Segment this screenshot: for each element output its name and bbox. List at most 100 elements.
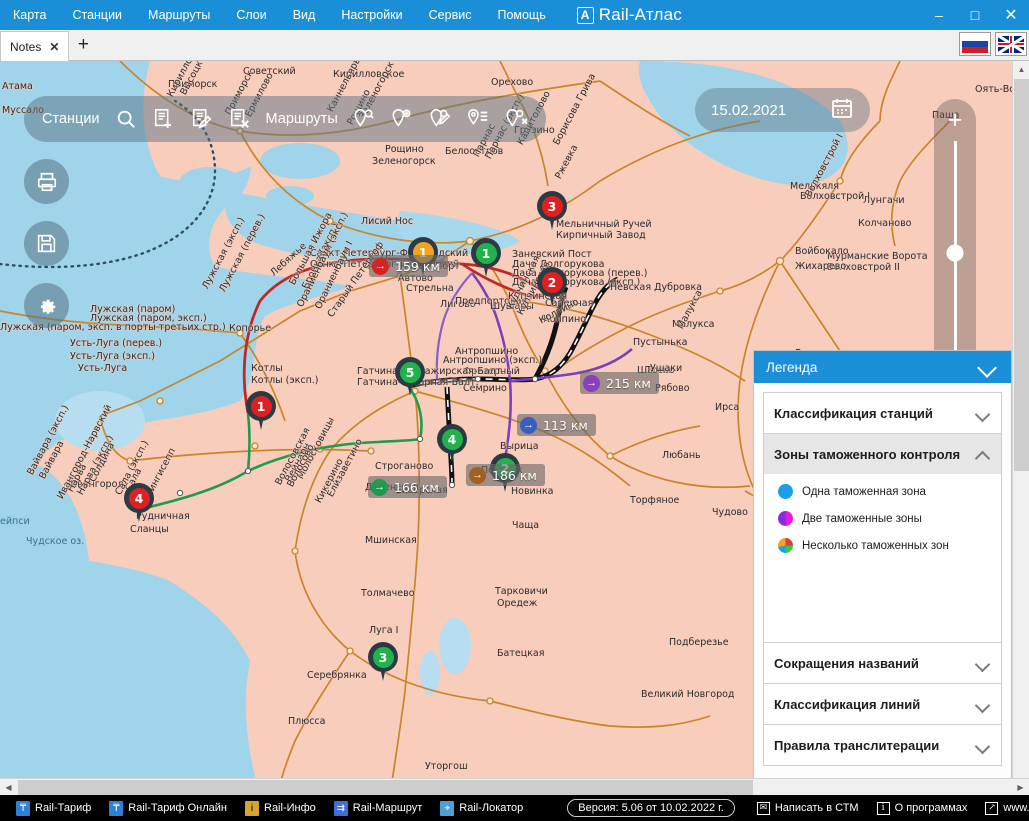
distance-badge[interactable]: → 215 км — [580, 372, 659, 394]
legend-section-header[interactable]: Правила транслитерации — [764, 725, 1001, 765]
print-button[interactable] — [24, 159, 69, 204]
legend-item: Две таможенные зоны — [778, 511, 1001, 526]
menu-item-service[interactable]: Сервис — [416, 0, 485, 30]
maximize-button[interactable]: □ — [957, 0, 993, 30]
chevron-down-icon[interactable] — [976, 700, 991, 709]
chevron-down-icon[interactable] — [976, 409, 991, 418]
route-list-icon[interactable] — [466, 107, 490, 131]
menu-item-layers[interactable]: Слои — [223, 0, 279, 30]
link-label: Написать в СТМ — [774, 802, 859, 814]
vertical-scroll-thumb[interactable] — [1014, 79, 1029, 471]
distance-badge[interactable]: → 166 км — [368, 476, 447, 498]
scroll-up-button[interactable]: ▲ — [1013, 61, 1029, 78]
route-edit-icon[interactable] — [428, 107, 452, 131]
map-marker-2[interactable]: 2 — [537, 267, 567, 307]
date-value: 15.02.2021 — [711, 101, 787, 119]
link-rail-info[interactable]: i Rail-Инфо — [237, 800, 324, 816]
search-icon[interactable] — [114, 107, 138, 131]
horizontal-scroll-thumb[interactable] — [18, 780, 753, 795]
edit-station-list-icon[interactable] — [190, 107, 214, 131]
map-canvas[interactable]: КирилловскоеОреховоСоветскийПриморскГруз… — [0, 61, 1012, 795]
distance-badge[interactable]: → 186 км — [466, 464, 545, 486]
add-tab-button[interactable]: + — [69, 30, 97, 60]
map-marker-3[interactable]: 3 — [537, 191, 567, 231]
settings-button[interactable] — [24, 283, 69, 328]
scroll-left-button[interactable]: ◀ — [0, 779, 17, 796]
arrow-right-icon: → — [520, 416, 537, 434]
tab-strip: Notes ✕ + — [0, 30, 1029, 61]
link-rail-route[interactable]: ⇉ Rail-Маршрут — [326, 800, 431, 816]
link-label: Rail-Тариф Онлайн — [128, 802, 227, 814]
arrow-right-icon: → — [371, 478, 388, 496]
close-icon[interactable]: ✕ — [49, 40, 59, 54]
horizontal-scrollbar[interactable]: ◀ ▶ — [0, 778, 1029, 796]
link-rail-locator[interactable]: ⌖ Rail-Локатор — [432, 800, 531, 816]
route-add-icon[interactable] — [390, 107, 414, 131]
save-button[interactable] — [24, 221, 69, 266]
tab-notes[interactable]: Notes ✕ — [0, 31, 70, 61]
scroll-right-button[interactable]: ▶ — [1012, 779, 1029, 796]
zoom-track[interactable] — [946, 141, 964, 357]
vertical-scrollbar[interactable]: ▲ ▼ — [1012, 61, 1029, 795]
legend-section-customs-zones[interactable]: Зоны таможенного контроля Одна таможенна… — [763, 433, 1002, 642]
lang-en-button[interactable] — [995, 32, 1027, 56]
legend-header[interactable]: Легенда — [754, 351, 1011, 383]
menu-item-help[interactable]: Помощь — [484, 0, 558, 30]
marker-head: 1 — [246, 391, 276, 421]
distance-badge[interactable]: → 159 км — [369, 255, 448, 277]
marker-number: 5 — [399, 361, 421, 383]
map-marker-1[interactable]: 1 — [246, 391, 276, 431]
route-search-icon[interactable] — [352, 107, 376, 131]
menu-item-map[interactable]: Карта — [0, 0, 59, 30]
rail-route-icon: ⇉ — [333, 800, 348, 816]
chevron-down-icon[interactable] — [976, 659, 991, 668]
map-marker-4[interactable]: 4 — [437, 424, 467, 464]
rail-tarif-icon: ₸ — [16, 800, 30, 816]
link-rail-tarif[interactable]: ₸ Rail-Тариф — [8, 800, 99, 816]
legend-section-station-classification[interactable]: Классификация станций — [763, 392, 1002, 433]
link-label: Rail-Тариф — [35, 802, 92, 814]
zoom-in-button[interactable]: + — [948, 108, 963, 133]
menu-item-view[interactable]: Вид — [280, 0, 329, 30]
map-marker-1[interactable]: 1 — [471, 238, 501, 278]
write-to-ctm-link[interactable]: ✉ Написать в СТМ — [749, 801, 867, 815]
envelope-icon: ✉ — [756, 801, 770, 815]
distance-badge[interactable]: → 113 км — [517, 414, 596, 436]
uk-flag-icon — [998, 35, 1024, 53]
menu-item-routes[interactable]: Маршруты — [135, 0, 223, 30]
legend-section-header[interactable]: Классификация линий — [764, 684, 1001, 724]
close-button[interactable]: ✕ — [993, 0, 1029, 30]
map-marker-4[interactable]: 4 — [124, 483, 154, 523]
menu-item-stations[interactable]: Станции — [59, 0, 135, 30]
marker-number: 4 — [128, 487, 150, 509]
marker-head: 4 — [437, 424, 467, 454]
map-marker-3[interactable]: 3 — [368, 642, 398, 682]
legend-section-transliteration-rules[interactable]: Правила транслитерации — [763, 724, 1002, 766]
legend-section-header[interactable]: Зоны таможенного контроля — [764, 434, 1001, 474]
legend-section-header[interactable]: Классификация станций — [764, 393, 1001, 433]
delete-station-list-icon[interactable] — [228, 107, 252, 131]
legend-section-name-abbreviations[interactable]: Сокращения названий — [763, 642, 1002, 683]
menu-item-settings[interactable]: Настройки — [328, 0, 415, 30]
legend-section-title: Зоны таможенного контроля — [774, 446, 961, 462]
window-controls: – □ ✕ — [921, 0, 1029, 30]
date-selector[interactable]: 15.02.2021 — [695, 88, 870, 132]
chevron-down-icon[interactable] — [976, 741, 991, 750]
legend-section-header[interactable]: Сокращения названий — [764, 643, 1001, 683]
about-programs-link[interactable]: i О программах — [869, 801, 976, 815]
chevron-down-icon[interactable] — [979, 361, 999, 373]
lang-ru-button[interactable] — [959, 32, 991, 56]
zoom-handle[interactable] — [946, 244, 964, 262]
add-station-list-icon[interactable] — [152, 107, 176, 131]
chevron-up-icon[interactable] — [976, 450, 991, 459]
route-delete-icon[interactable] — [504, 107, 528, 131]
tab-label: Notes — [10, 39, 42, 54]
calendar-icon[interactable] — [830, 96, 854, 125]
website-link[interactable]: ↗ www.ctm.ru — [977, 801, 1029, 815]
legend-item-label: Несколько таможенных зон — [802, 539, 949, 552]
legend-section-line-classification[interactable]: Классификация линий — [763, 683, 1002, 724]
title-bar: Карта Станции Маршруты Слои Вид Настройк… — [0, 0, 1029, 30]
map-marker-5[interactable]: 5 — [395, 357, 425, 397]
link-rail-tarif-online[interactable]: ₸ Rail-Тариф Онлайн — [101, 800, 235, 816]
minimize-button[interactable]: – — [921, 0, 957, 30]
